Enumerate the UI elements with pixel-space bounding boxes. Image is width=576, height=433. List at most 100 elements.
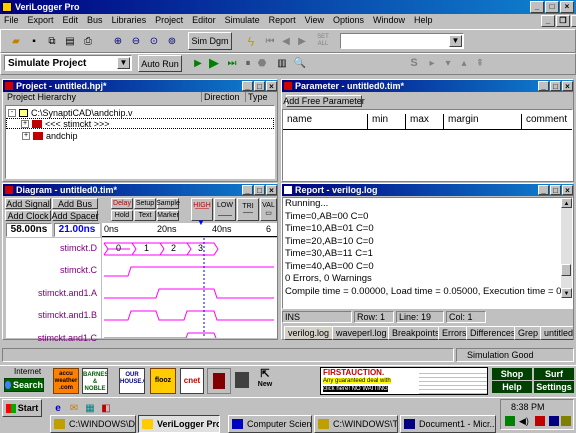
taskbar-item-computer-science[interactable]: Computer Science... xyxy=(228,415,312,433)
minus-icon[interactable]: - xyxy=(8,108,16,117)
accuweather-link[interactable]: accu weather .com xyxy=(53,368,79,394)
menu-view[interactable]: View xyxy=(305,14,324,28)
tab-verilog-log[interactable]: verilog.log xyxy=(284,326,334,340)
firstauction-ad[interactable]: FIRSTAUCTION. Any guaranteed deal with c… xyxy=(320,367,488,395)
maximize-icon[interactable]: □ xyxy=(550,185,561,195)
quicklaunch-icon-2[interactable] xyxy=(232,368,252,394)
scroll-down-icon[interactable]: ▼ xyxy=(561,288,572,298)
state-low-button[interactable]: LOW ⎽⎽ xyxy=(214,198,236,221)
zoom-out-icon[interactable]: ⊖ xyxy=(128,33,144,49)
tree-row-andchip[interactable]: + andchip xyxy=(22,130,78,141)
mdi-close-icon[interactable]: × xyxy=(571,15,576,27)
tray-volume-icon[interactable]: ◀) xyxy=(519,416,529,427)
outlook-icon[interactable]: ✉ xyxy=(66,400,82,416)
shop-button[interactable]: Shop xyxy=(492,368,532,380)
marker-button[interactable]: Marker xyxy=(157,210,179,221)
menu-options[interactable]: Options xyxy=(333,14,364,28)
new-link[interactable]: ⇱ New xyxy=(254,368,276,394)
setup-button[interactable]: Setup xyxy=(134,198,156,209)
text-button[interactable]: Text xyxy=(134,210,156,221)
copy-icon[interactable]: ⧉ xyxy=(44,33,60,49)
channels-icon[interactable]: ◧ xyxy=(98,400,114,416)
help-button[interactable]: Help xyxy=(492,381,532,393)
state-val-button[interactable]: VAL ▭ xyxy=(260,198,277,221)
minimize-icon[interactable]: _ xyxy=(530,1,544,13)
barnes-link[interactable]: BARNES & NOBLE xyxy=(82,368,108,394)
tree-row-stimckt[interactable]: + <<< stimckt >>> xyxy=(6,118,274,129)
minimize-icon[interactable]: _ xyxy=(538,185,549,195)
arrow-right-icon[interactable]: ▸ xyxy=(424,55,440,71)
menu-bus[interactable]: Bus xyxy=(87,14,103,28)
project-col-hierarchy[interactable]: Project Hierarchy xyxy=(7,92,76,102)
param-col-margin[interactable]: margin xyxy=(443,114,479,130)
auto-run-button[interactable]: Auto Run xyxy=(138,55,182,72)
param-col-name[interactable]: name xyxy=(287,114,312,125)
add-spacer-button[interactable]: Add Spacer xyxy=(51,210,99,221)
maximize-icon[interactable]: □ xyxy=(254,81,265,91)
flooz-link[interactable]: flooz xyxy=(150,368,176,394)
maximize-icon[interactable]: □ xyxy=(545,1,559,13)
time-right-display[interactable]: 21.00ns xyxy=(54,223,100,237)
mdi-restore-icon[interactable]: ❐ xyxy=(556,15,570,27)
tab-differences[interactable]: Differences xyxy=(466,326,520,340)
report-scrollbar[interactable]: ▲ ▼ xyxy=(561,198,572,298)
menu-file[interactable]: File xyxy=(4,14,19,28)
tray-monitor-icon[interactable] xyxy=(549,416,559,426)
tab-breakpoints[interactable]: Breakpoints xyxy=(388,326,444,340)
print-icon[interactable]: ⎙ xyxy=(80,33,96,49)
param-col-min[interactable]: min xyxy=(367,114,388,130)
taskbar-item-windows-d[interactable]: C:\WINDOWS\D... xyxy=(50,415,136,433)
menu-window[interactable]: Window xyxy=(373,14,405,28)
signal-name-c[interactable]: stimckt.C xyxy=(60,265,97,275)
plus-icon[interactable]: + xyxy=(21,119,29,128)
stop-icon[interactable]: ⬣ xyxy=(254,55,270,71)
breakpoint-icon[interactable]: ▥ xyxy=(274,55,290,71)
minimize-icon[interactable]: _ xyxy=(242,185,253,195)
tab-untitled[interactable]: untitled xyxy=(540,326,573,340)
menu-simulate[interactable]: Simulate xyxy=(225,14,260,28)
menu-project[interactable]: Project xyxy=(155,14,183,28)
maximize-icon[interactable]: □ xyxy=(550,81,561,91)
zoom-in-icon[interactable]: ⊕ xyxy=(110,33,126,49)
project-mode-select[interactable]: Simulate Project ▼ xyxy=(4,55,132,71)
minimize-icon[interactable]: _ xyxy=(538,81,549,91)
set-all-button[interactable]: SET ALL xyxy=(312,33,334,49)
menu-help[interactable]: Help xyxy=(414,14,433,28)
ourhouse-link[interactable]: OUR HOUSE.COM xyxy=(119,368,145,394)
state-tri-button[interactable]: TRI ── xyxy=(237,198,259,221)
hold-button[interactable]: Hold xyxy=(111,210,133,221)
chevron-down-icon[interactable]: ▼ xyxy=(449,35,462,47)
waveform-panel[interactable]: 0 1 2 3 xyxy=(102,238,277,338)
project-col-direction[interactable]: Direction xyxy=(201,92,240,102)
menu-editor[interactable]: Editor xyxy=(192,14,216,28)
quicklaunch-icon-1[interactable] xyxy=(207,368,231,394)
tree-row-root[interactable]: - C:\SynaptiCAD\andchip.v xyxy=(8,107,133,118)
minimize-icon[interactable]: _ xyxy=(242,81,253,91)
taskbar-item-windows-t[interactable]: C:\WINDOWS\T... xyxy=(314,415,398,433)
time-left-display[interactable]: 58.00ns xyxy=(6,223,52,237)
arrow-down-icon[interactable]: ▾ xyxy=(440,55,456,71)
signal-name-and1-c[interactable]: stimckt.and1.C xyxy=(37,333,97,343)
save-icon[interactable]: ▪ xyxy=(26,33,42,49)
desktop-icon[interactable]: ▦ xyxy=(82,400,98,416)
signal-name-and1-a[interactable]: stimckt.and1.A xyxy=(38,288,97,298)
zoom-full-icon[interactable]: ⊚ xyxy=(164,33,180,49)
param-col-comment[interactable]: comment xyxy=(521,114,567,130)
prev-icon[interactable]: ◀ xyxy=(278,33,294,49)
cnet-link[interactable]: cnet xyxy=(180,368,204,394)
find-icon[interactable]: 🔍 xyxy=(292,55,308,71)
first-icon[interactable]: ⏮ xyxy=(262,33,278,49)
zoom-fit-icon[interactable]: ⊙ xyxy=(146,33,162,49)
run-icon[interactable]: ▶ xyxy=(206,55,222,71)
tab-grep[interactable]: Grep xyxy=(514,326,543,340)
plus-icon[interactable]: + xyxy=(22,131,30,140)
arrow-up-icon[interactable]: ▴ xyxy=(456,55,472,71)
signal-name-d[interactable]: stimckt.D xyxy=(60,243,97,253)
close-icon[interactable]: × xyxy=(560,1,574,13)
menu-export[interactable]: Export xyxy=(28,14,54,28)
toolbar-dropdown[interactable]: ▼ xyxy=(340,33,464,49)
tray-extra-icon[interactable] xyxy=(561,416,571,426)
settings-button[interactable]: Settings xyxy=(534,381,574,393)
add-free-parameter-button[interactable]: Add Free Parameter xyxy=(283,95,365,107)
time-cursor-marker[interactable]: ▼ xyxy=(197,218,205,227)
